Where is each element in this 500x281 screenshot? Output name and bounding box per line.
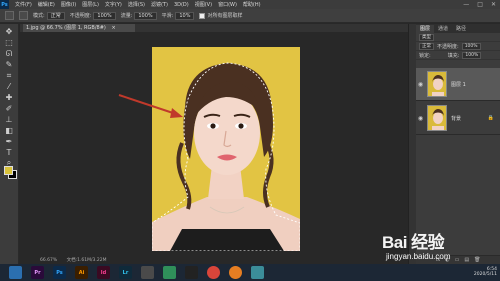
zoom-level[interactable]: 66.67%	[40, 258, 57, 263]
visibility-eye-icon[interactable]: ◉	[416, 115, 425, 122]
layer-thumbnail	[427, 71, 447, 97]
lock-row: 锁定: 填充: 100%	[416, 51, 500, 60]
fill-label: 填充:	[447, 52, 460, 59]
blend-mode-select[interactable]: 正常	[419, 42, 434, 50]
layer-opacity-label: 不透明度:	[437, 43, 459, 50]
lightroom-icon[interactable]: Lr	[119, 266, 132, 279]
layer-name: 图层 1	[451, 81, 466, 88]
app-icon[interactable]	[141, 266, 154, 279]
layer-name: 背景	[451, 115, 462, 122]
file-explorer-icon[interactable]	[9, 266, 22, 279]
premiere-icon[interactable]: Pr	[31, 266, 44, 279]
visibility-eye-icon[interactable]: ◉	[416, 81, 425, 88]
blend-row: 正常 不透明度: 100%	[416, 42, 500, 51]
watermark-logo: Bai 经验	[382, 233, 445, 252]
photoshop-taskbar-icon[interactable]: Ps	[53, 266, 66, 279]
layer-row-background[interactable]: ◉ 背景 🔒	[416, 102, 500, 135]
lock-label: 锁定:	[419, 52, 431, 59]
baidu-watermark: Bai 经验 jingyan.baidu.com	[382, 228, 498, 270]
document-size: 文档:1.61M/3.22M	[66, 258, 107, 263]
fill-input[interactable]: 100%	[462, 51, 482, 59]
foreground-color-swatch[interactable]	[4, 166, 13, 175]
app-icon[interactable]	[163, 266, 176, 279]
layer-opacity-input[interactable]: 100%	[461, 42, 481, 50]
watermark-url: jingyan.baidu.com	[386, 252, 451, 261]
layer-filter-select[interactable]: 类型	[419, 33, 434, 41]
clock-date: 2020/5/11	[473, 272, 497, 277]
tab-layers[interactable]: 图层	[416, 25, 435, 33]
lock-icon: 🔒	[487, 115, 494, 121]
layer-row-layer1[interactable]: ◉ 图层 1	[416, 68, 500, 101]
panel-tabs: 图层 通道 路径	[416, 24, 500, 33]
indesign-icon[interactable]: Id	[97, 266, 110, 279]
app-icon[interactable]	[251, 266, 264, 279]
chrome-icon[interactable]	[207, 266, 220, 279]
qq-icon[interactable]	[185, 266, 198, 279]
illustrator-icon[interactable]: Ai	[75, 266, 88, 279]
status-bar: 66.67% 文档:1.61M/3.22M	[40, 257, 114, 263]
layer-thumbnail	[427, 105, 447, 131]
tab-channels[interactable]: 通道	[434, 25, 452, 33]
tab-paths[interactable]: 路径	[452, 25, 470, 33]
app-icon[interactable]	[229, 266, 242, 279]
layer-filter-row: 类型	[416, 33, 500, 42]
